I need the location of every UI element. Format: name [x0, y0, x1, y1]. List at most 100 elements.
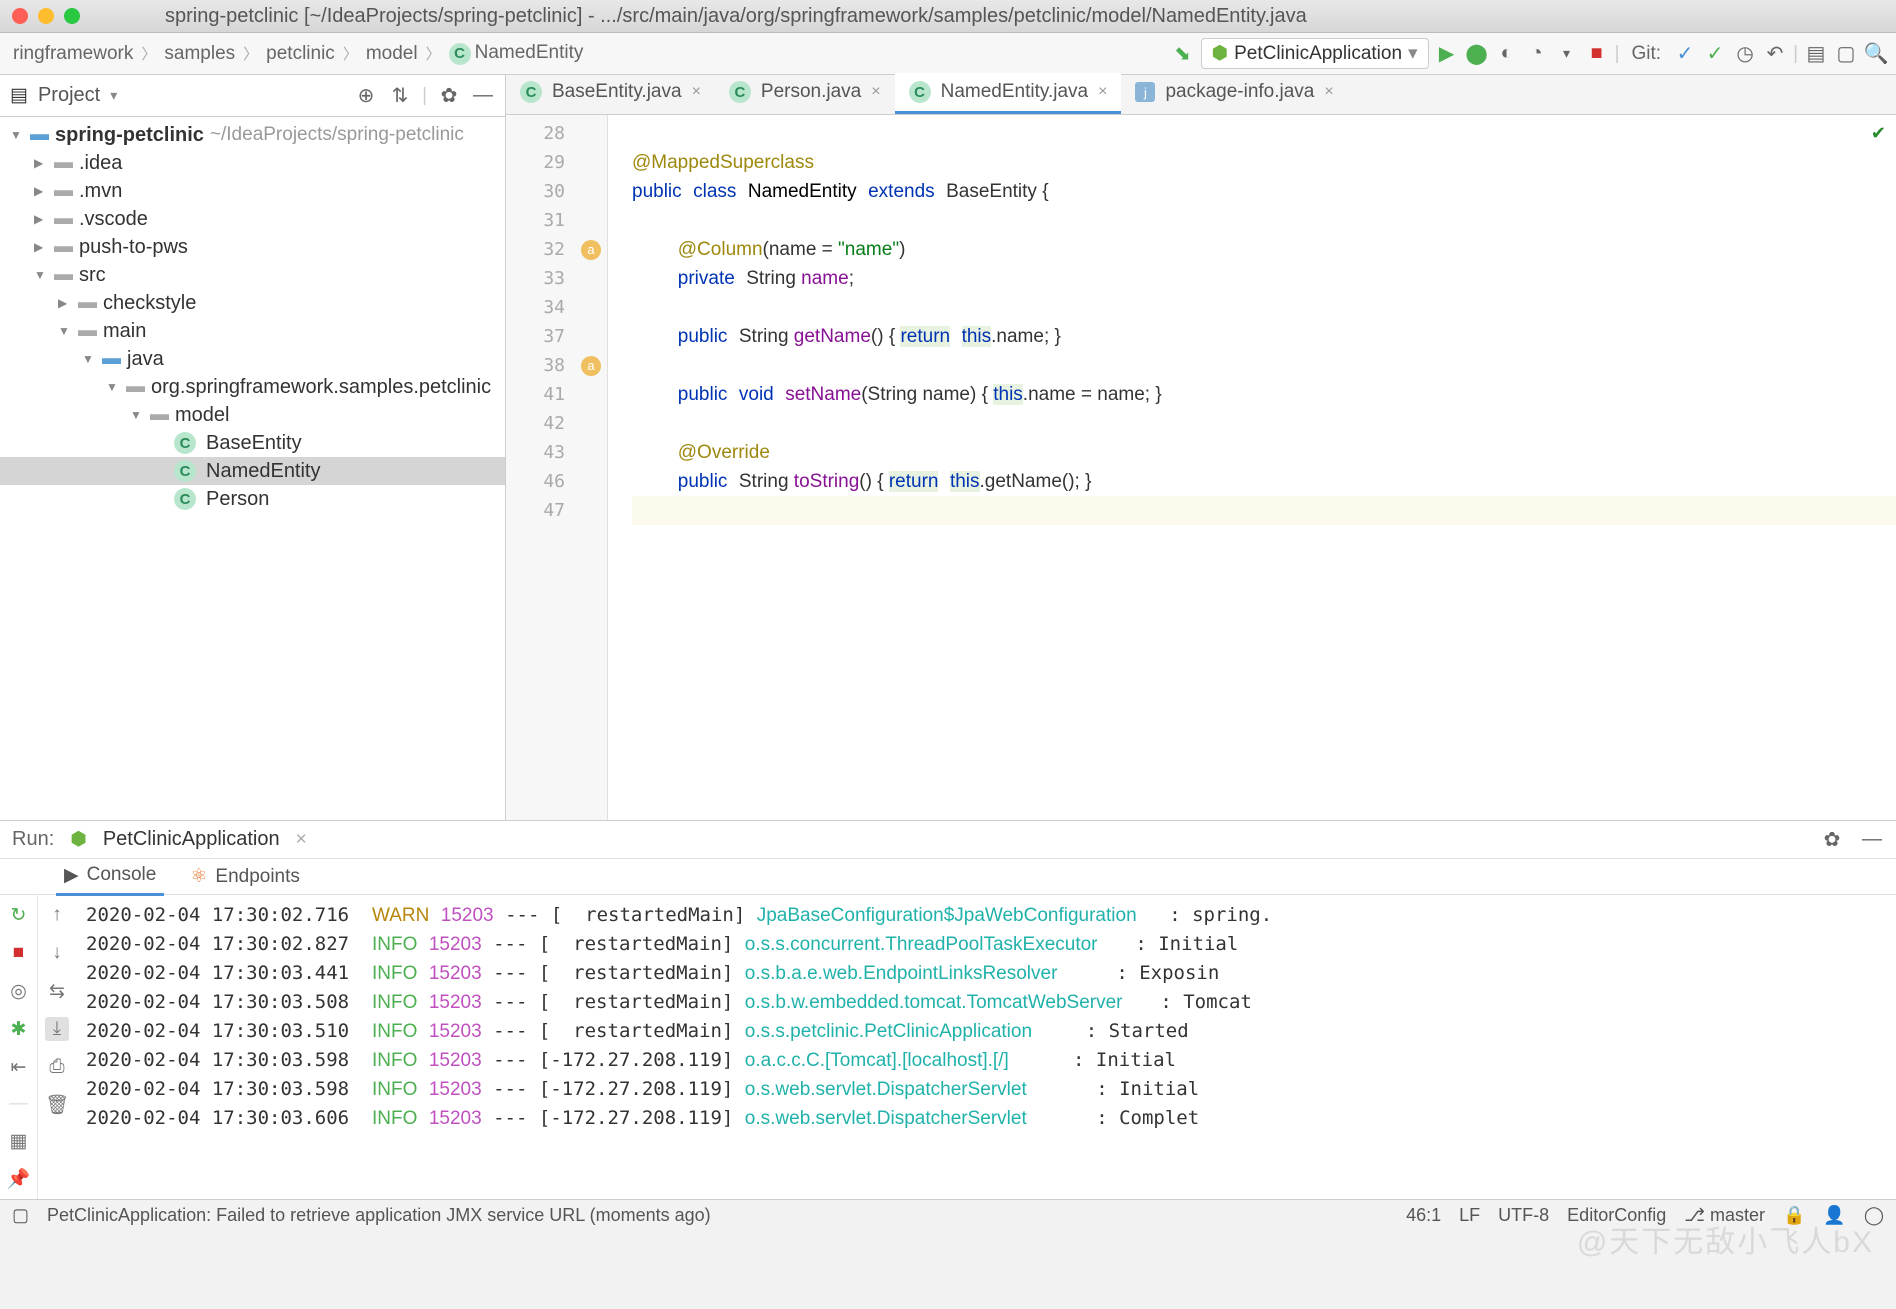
- gutter-line[interactable]: 29: [506, 148, 607, 177]
- gutter-line[interactable]: 32a: [506, 235, 607, 264]
- editor-tab[interactable]: CBaseEntity.java×: [506, 73, 715, 114]
- tree-item[interactable]: ▶▬.idea: [0, 149, 505, 177]
- tree-item[interactable]: CPerson: [0, 485, 505, 513]
- scroll-end-icon[interactable]: ⤓: [45, 1017, 69, 1041]
- crumb[interactable]: CNamedEntity: [444, 40, 589, 67]
- file-encoding[interactable]: UTF-8: [1498, 1205, 1549, 1226]
- gutter-line[interactable]: 31: [506, 206, 607, 235]
- gutter-annotation-icon[interactable]: a: [581, 240, 601, 260]
- run-icon[interactable]: ▶: [1435, 42, 1459, 66]
- debug-icon[interactable]: ⬤: [1465, 42, 1489, 66]
- tool-windows-icon[interactable]: ▢: [12, 1205, 29, 1226]
- stop-icon[interactable]: ■: [1585, 42, 1609, 66]
- dump-icon[interactable]: ◎: [7, 979, 31, 1003]
- tree-item[interactable]: ▶▬push-to-pws: [0, 233, 505, 261]
- tab-endpoints[interactable]: ⚛Endpoints: [182, 859, 308, 894]
- maximize-icon[interactable]: [64, 8, 80, 24]
- exit-icon[interactable]: ⇤: [7, 1055, 31, 1079]
- editor-tab[interactable]: CPerson.java×: [715, 73, 895, 114]
- project-tree[interactable]: ▼▬spring-petclinic ~/IdeaProjects/spring…: [0, 117, 505, 820]
- tree-item[interactable]: ▼▬main: [0, 317, 505, 345]
- gutter-line[interactable]: 28: [506, 119, 607, 148]
- project-view-icon[interactable]: ▤: [10, 84, 28, 107]
- clear-icon[interactable]: 🗑: [45, 1093, 69, 1117]
- line-separator[interactable]: LF: [1459, 1205, 1480, 1226]
- gutter-line[interactable]: 37: [506, 322, 607, 351]
- git-update-icon[interactable]: ✓: [1673, 42, 1697, 66]
- gutter: 2829303132a33343738a4142434647: [506, 115, 608, 820]
- layout-icon[interactable]: ▦: [7, 1129, 31, 1153]
- expand-icon[interactable]: ⇅: [388, 84, 412, 108]
- close-icon[interactable]: ×: [296, 829, 307, 851]
- tab-label: BaseEntity.java: [552, 81, 682, 103]
- up-icon[interactable]: ↑: [45, 903, 69, 927]
- run-configuration-selector[interactable]: ⬢ PetClinicApplication ▾: [1201, 38, 1429, 69]
- chevron-down-icon[interactable]: ▾: [110, 87, 117, 104]
- project-structure-icon[interactable]: ▤: [1804, 42, 1828, 66]
- gear-icon[interactable]: ✿: [1820, 828, 1844, 852]
- gutter-line[interactable]: 41: [506, 380, 607, 409]
- crumb[interactable]: samples: [159, 41, 240, 67]
- profiler-icon[interactable]: ◔: [1525, 42, 1549, 66]
- run-label: Run:: [12, 828, 54, 851]
- gutter-line[interactable]: 30: [506, 177, 607, 206]
- close-icon[interactable]: ×: [871, 83, 880, 101]
- gutter-line[interactable]: 43: [506, 438, 607, 467]
- gutter-line[interactable]: 42: [506, 409, 607, 438]
- tree-item[interactable]: ▶▬.vscode: [0, 205, 505, 233]
- gear-icon[interactable]: ✿: [437, 84, 461, 108]
- tree-root[interactable]: ▼▬spring-petclinic ~/IdeaProjects/spring…: [0, 121, 505, 149]
- coverage-icon[interactable]: ◐: [1495, 42, 1519, 66]
- pin-icon[interactable]: 📌: [7, 1167, 31, 1191]
- tree-item[interactable]: CBaseEntity: [0, 429, 505, 457]
- close-icon[interactable]: ×: [1098, 83, 1107, 101]
- trace-icon[interactable]: ✱: [7, 1017, 31, 1041]
- print-icon[interactable]: ⎙: [45, 1055, 69, 1079]
- chevron-down-icon[interactable]: ▾: [1555, 42, 1579, 66]
- endpoints-icon: ⚛: [190, 865, 207, 888]
- editor-tab[interactable]: jpackage-info.java×: [1121, 73, 1347, 114]
- crumb[interactable]: ringframework: [8, 41, 138, 67]
- caret-position[interactable]: 46:1: [1406, 1205, 1441, 1226]
- git-history-icon[interactable]: ◷: [1733, 42, 1757, 66]
- titlebar: spring-petclinic [~/IdeaProjects/spring-…: [0, 0, 1896, 33]
- hide-icon[interactable]: —: [1860, 828, 1884, 852]
- search-icon[interactable]: 🔍: [1864, 42, 1888, 66]
- gutter-line[interactable]: 34: [506, 293, 607, 322]
- down-icon[interactable]: ↓: [45, 941, 69, 965]
- wrap-icon[interactable]: ⇆: [45, 979, 69, 1003]
- close-icon[interactable]: [12, 8, 28, 24]
- locate-icon[interactable]: ⊕: [354, 84, 378, 108]
- rerun-icon[interactable]: ↻: [7, 903, 31, 927]
- close-icon[interactable]: ×: [692, 83, 701, 101]
- editor[interactable]: ✔ 2829303132a33343738a4142434647 @Mapped…: [506, 115, 1896, 820]
- crumb[interactable]: petclinic: [261, 41, 340, 67]
- git-commit-icon[interactable]: ✓: [1703, 42, 1727, 66]
- gutter-line[interactable]: 46: [506, 467, 607, 496]
- ide-settings-icon[interactable]: ▢: [1834, 42, 1858, 66]
- editor-tab[interactable]: CNamedEntity.java×: [895, 73, 1122, 114]
- gutter-line[interactable]: 38a: [506, 351, 607, 380]
- tab-console[interactable]: ▶Console: [56, 858, 164, 896]
- gutter-annotation-icon[interactable]: a: [581, 356, 601, 376]
- build-icon[interactable]: ⬊: [1171, 42, 1195, 66]
- tree-item[interactable]: ▶▬.mvn: [0, 177, 505, 205]
- tree-item[interactable]: ▼▬org.springframework.samples.petclinic: [0, 373, 505, 401]
- hide-icon[interactable]: —: [471, 84, 495, 108]
- close-icon[interactable]: ×: [1324, 83, 1333, 101]
- gutter-line[interactable]: 47: [506, 496, 607, 525]
- tree-item[interactable]: CNamedEntity: [0, 457, 505, 485]
- minimize-icon[interactable]: [38, 8, 54, 24]
- git-revert-icon[interactable]: ↶: [1763, 42, 1787, 66]
- code-area[interactable]: @MappedSuperclass public class NamedEnti…: [608, 115, 1896, 820]
- stop-icon[interactable]: ■: [7, 941, 31, 965]
- console-output[interactable]: 2020-02-04 17:30:02.716 WARN 15203 --- […: [76, 895, 1896, 1199]
- crumb[interactable]: model: [361, 41, 423, 67]
- sidebar-title[interactable]: Project: [38, 84, 100, 107]
- sidebar-header: ▤ Project ▾ ⊕ ⇅ | ✿ —: [0, 75, 505, 117]
- tree-item[interactable]: ▼▬java: [0, 345, 505, 373]
- tree-item[interactable]: ▼▬model: [0, 401, 505, 429]
- tree-item[interactable]: ▶▬checkstyle: [0, 289, 505, 317]
- tree-item[interactable]: ▼▬src: [0, 261, 505, 289]
- gutter-line[interactable]: 33: [506, 264, 607, 293]
